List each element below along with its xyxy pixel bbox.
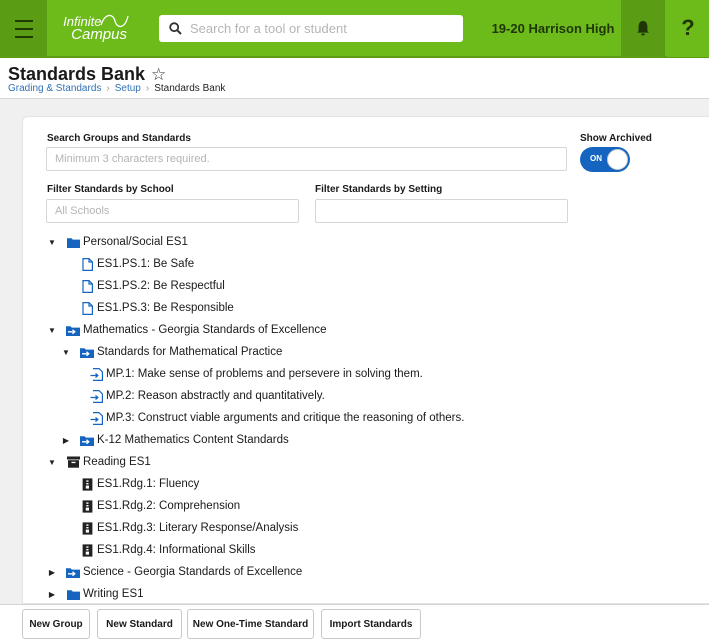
document-icon (80, 279, 94, 293)
expand-caret-icon[interactable]: ▼ (60, 348, 72, 357)
tree-label: ES1.Rdg.3: Literary Response/Analysis (97, 522, 299, 534)
linked-document-icon (89, 367, 103, 381)
page-title: Standards Bank ☆ (8, 64, 166, 85)
tree-label: ES1.PS.3: Be Responsible (97, 302, 234, 314)
archived-document-icon (80, 543, 94, 557)
linked-document-icon (89, 411, 103, 425)
tree-label: MP.2: Reason abstractly and quantitative… (106, 390, 325, 402)
tree-standard-es1-ps-1[interactable]: ES1.PS.1: Be Safe (80, 253, 194, 275)
filter-school-label: Filter Standards by School (47, 184, 174, 195)
tree-group-science-gse[interactable]: ▶ Science - Georgia Standards of Excelle… (46, 561, 302, 583)
tree-label: ES1.Rdg.2: Comprehension (97, 500, 241, 512)
top-navigation-bar: Infinite Campus 19-20 Harrison High ? (0, 0, 709, 58)
help-icon: ? (681, 15, 695, 40)
archived-document-icon (80, 521, 94, 535)
tree-standard-mp-3[interactable]: MP.3: Construct viable arguments and cri… (89, 407, 464, 429)
breadcrumb-setup[interactable]: Setup (115, 83, 141, 94)
tree-standard-es1-ps-3[interactable]: ES1.PS.3: Be Responsible (80, 297, 234, 319)
tree-standard-mp-1[interactable]: MP.1: Make sense of problems and perseve… (89, 363, 423, 385)
filter-setting-label: Filter Standards by Setting (315, 184, 443, 195)
tree-label: ES1.Rdg.1: Fluency (97, 478, 200, 490)
linked-folder-icon (66, 323, 80, 337)
tree-label: Science - Georgia Standards of Excellenc… (83, 566, 303, 578)
global-search[interactable] (159, 14, 463, 42)
show-archived-label: Show Archived (580, 133, 652, 144)
folder-icon (66, 587, 80, 601)
tree-label: ES1.PS.2: Be Respectful (97, 280, 225, 292)
tree-group-writing-es1[interactable]: ▶ Writing ES1 (46, 583, 144, 605)
tree-label: Writing ES1 (83, 588, 144, 600)
archived-document-icon (80, 499, 94, 513)
new-group-button[interactable]: New Group (22, 609, 90, 639)
notifications-button[interactable] (621, 0, 665, 57)
tree-label: MP.1: Make sense of problems and perseve… (106, 368, 423, 380)
search-icon (169, 21, 182, 35)
page-title-text: Standards Bank (8, 64, 146, 84)
collapsed-caret-icon[interactable]: ▶ (46, 590, 58, 599)
logo-area: Infinite Campus (47, 0, 129, 58)
breadcrumb-separator: › (145, 83, 150, 94)
toggle-on-text: ON (590, 154, 602, 163)
tree-standard-es1-rdg-3[interactable]: ES1.Rdg.3: Literary Response/Analysis (80, 517, 298, 539)
standards-search-input[interactable] (46, 147, 567, 171)
help-button[interactable]: ? (667, 0, 709, 57)
hamburger-menu-button[interactable] (0, 0, 48, 58)
archived-document-icon (80, 477, 94, 491)
tree-group-mathematics-gse[interactable]: ▼ Mathematics - Georgia Standards of Exc… (46, 319, 327, 341)
tree-label: K-12 Mathematics Content Standards (97, 434, 289, 446)
favorite-star-icon[interactable]: ☆ (151, 65, 166, 85)
tree-label: Mathematics - Georgia Standards of Excel… (83, 324, 327, 336)
show-archived-toggle[interactable]: ON (580, 147, 630, 172)
tree-standard-es1-rdg-2[interactable]: ES1.Rdg.2: Comprehension (80, 495, 240, 517)
collapsed-caret-icon[interactable]: ▶ (60, 436, 72, 445)
expand-caret-icon[interactable]: ▼ (46, 326, 58, 335)
linked-document-icon (89, 389, 103, 403)
toggle-knob (607, 149, 628, 170)
document-icon (80, 301, 94, 315)
tree-group-k12-math-content[interactable]: ▶ K-12 Mathematics Content Standards (60, 429, 289, 451)
menu-icon (14, 17, 33, 41)
tree-label: Personal/Social ES1 (83, 236, 188, 248)
tree-label: MP.3: Construct viable arguments and cri… (106, 412, 465, 424)
expand-caret-icon[interactable]: ▼ (46, 238, 58, 247)
archived-folder-icon (66, 455, 80, 469)
school-selector[interactable]: 19-20 Harrison High (487, 0, 619, 57)
filter-setting-input[interactable] (315, 199, 568, 223)
tree-label: ES1.PS.1: Be Safe (97, 258, 195, 270)
tree-label: Standards for Mathematical Practice (97, 346, 283, 358)
breadcrumb-current: Standards Bank (154, 83, 226, 94)
linked-folder-icon (66, 565, 80, 579)
tree-standard-es1-rdg-1[interactable]: ES1.Rdg.1: Fluency (80, 473, 199, 495)
action-bar: New Group New Standard New One-Time Stan… (0, 604, 709, 639)
filter-school-input[interactable] (46, 199, 299, 223)
infinite-campus-logo: Infinite Campus (63, 14, 129, 42)
tree-standard-es1-rdg-4[interactable]: ES1.Rdg.4: Informational Skills (80, 539, 256, 561)
document-icon (80, 257, 94, 271)
tree-standard-es1-ps-2[interactable]: ES1.PS.2: Be Respectful (80, 275, 225, 297)
tree-group-personal-social[interactable]: ▼ Personal/Social ES1 (46, 231, 188, 253)
linked-folder-icon (80, 433, 94, 447)
breadcrumb: Grading & Standards › Setup › Standards … (8, 83, 225, 94)
new-one-time-standard-button[interactable]: New One-Time Standard (187, 609, 314, 639)
tree-group-reading-es1[interactable]: ▼ Reading ES1 (46, 451, 151, 473)
linked-folder-icon (80, 345, 94, 359)
expand-caret-icon[interactable]: ▼ (46, 458, 58, 467)
tree-group-mathematical-practice[interactable]: ▼ Standards for Mathematical Practice (60, 341, 282, 363)
tree-label: Reading ES1 (83, 456, 151, 468)
top-bar-main: 19-20 Harrison High ? (127, 0, 709, 58)
logo-swoosh-icon (100, 14, 129, 28)
tree-label: ES1.Rdg.4: Informational Skills (97, 544, 256, 556)
tree-standard-mp-2[interactable]: MP.2: Reason abstractly and quantitative… (89, 385, 325, 407)
new-standard-button[interactable]: New Standard (97, 609, 182, 639)
breadcrumb-separator: › (106, 83, 110, 94)
folder-icon (66, 235, 80, 249)
search-groups-label: Search Groups and Standards (47, 133, 191, 144)
bell-icon (637, 21, 649, 36)
global-search-input[interactable] (190, 20, 440, 36)
breadcrumb-grading-standards[interactable]: Grading & Standards (8, 83, 101, 94)
collapsed-caret-icon[interactable]: ▶ (46, 568, 58, 577)
import-standards-button[interactable]: Import Standards (321, 609, 421, 639)
